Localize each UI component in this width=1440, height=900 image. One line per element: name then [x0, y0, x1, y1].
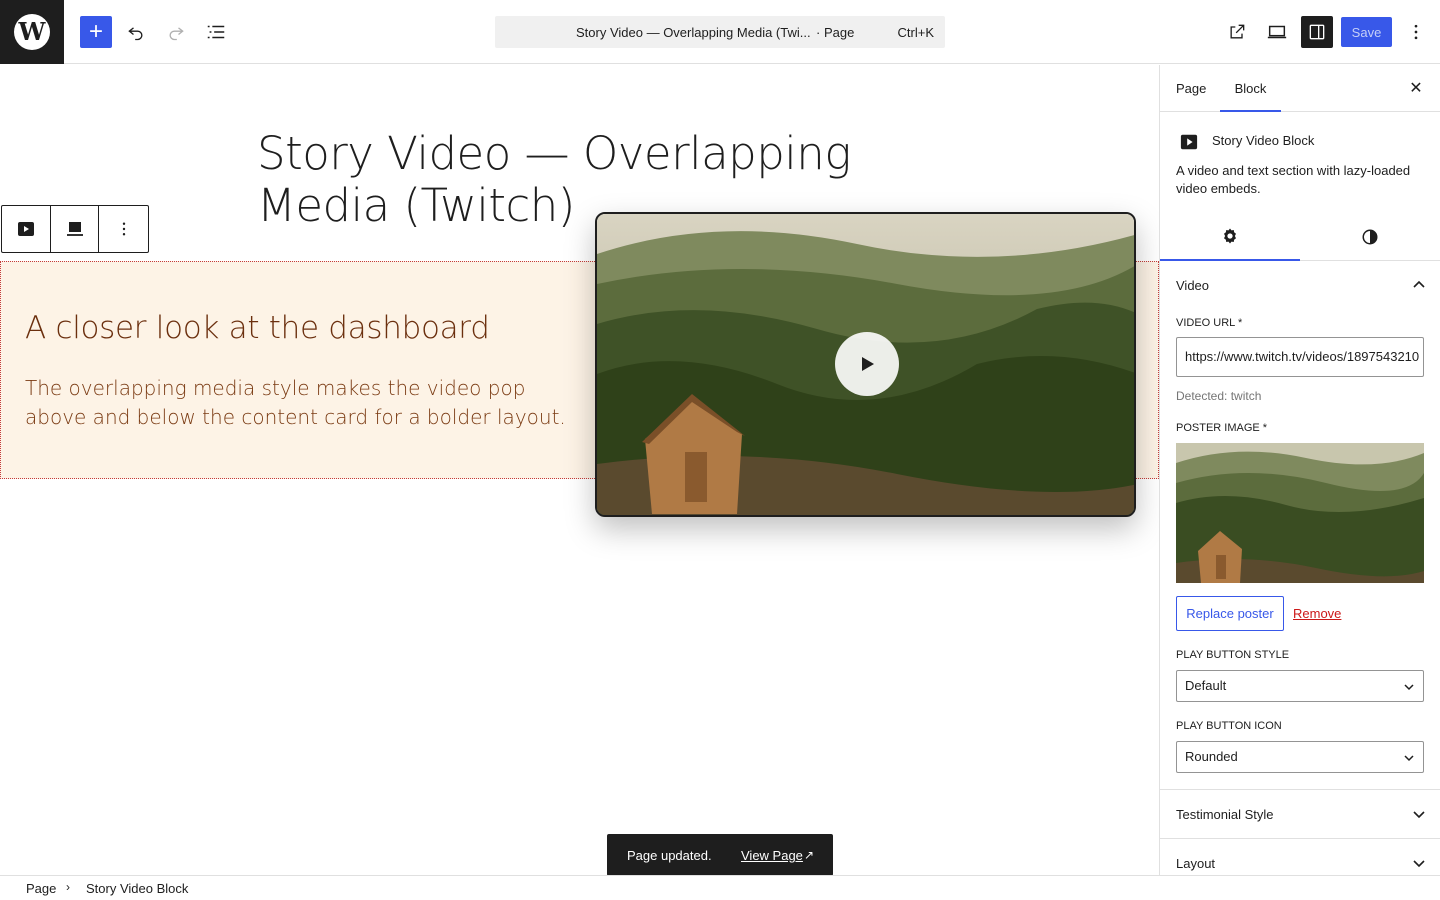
- poster-image-label: POSTER IMAGE *: [1176, 422, 1268, 434]
- half-circle-icon: [1362, 229, 1378, 245]
- redo-icon: [169, 27, 184, 41]
- play-button-style-label: PLAY BUTTON STYLE: [1176, 649, 1290, 661]
- video-block-icon: [1180, 134, 1198, 150]
- play-button-style-value: Default: [1185, 678, 1227, 693]
- testimonial-style-panel-toggle[interactable]: Testimonial Style: [1176, 807, 1426, 827]
- play-button-icon-value: Rounded: [1185, 749, 1238, 764]
- tab-styles[interactable]: [1300, 213, 1440, 261]
- play-button-icon-select[interactable]: Rounded: [1176, 741, 1424, 773]
- wordpress-icon: W: [14, 14, 50, 50]
- testimonial-style-title: Testimonial Style: [1176, 807, 1274, 822]
- replace-poster-button[interactable]: Replace poster: [1176, 596, 1284, 631]
- play-button-style-select[interactable]: Default: [1176, 670, 1424, 702]
- block-options-button[interactable]: [99, 206, 148, 252]
- gear-icon: [1224, 228, 1236, 244]
- detected-provider: Detected: twitch: [1176, 389, 1262, 403]
- poster-thumbnail: [1176, 443, 1424, 583]
- redo-button[interactable]: [160, 16, 192, 48]
- story-text[interactable]: The overlapping media style makes the vi…: [25, 374, 570, 432]
- play-button-icon-label: PLAY BUTTON ICON: [1176, 720, 1282, 732]
- block-breadcrumb: Page › Story Video Block: [0, 875, 1440, 900]
- snackbar-notice: Page updated. View Page ↗: [607, 834, 833, 876]
- wordpress-logo-letter: W: [18, 17, 46, 46]
- play-icon: [862, 357, 874, 371]
- more-vertical-icon: [1414, 24, 1418, 40]
- video-panel-title: Video: [1176, 278, 1210, 293]
- undo-button[interactable]: [120, 16, 152, 48]
- video-embed[interactable]: [595, 212, 1136, 517]
- chevron-up-icon: [1413, 280, 1425, 288]
- list-view-button[interactable]: [200, 16, 232, 48]
- view-page-link[interactable]: View Page: [741, 848, 803, 863]
- story-heading[interactable]: A closer look at the dashboard: [25, 310, 490, 346]
- settings-sidebar: Page Block ✕ Story Video Block A video a…: [1159, 65, 1440, 875]
- panel-divider: [1160, 838, 1440, 839]
- video-panel-toggle[interactable]: Video: [1176, 278, 1426, 298]
- video-url-label: VIDEO URL *: [1176, 317, 1243, 329]
- tab-page[interactable]: Page: [1176, 65, 1206, 112]
- chevron-right-icon: ›: [66, 880, 70, 894]
- external-link-icon: [1230, 24, 1245, 39]
- preview-button[interactable]: [1261, 16, 1293, 48]
- editor-header: W + Story Video — Overlapping Media (Twi…: [0, 0, 1440, 64]
- wordpress-logo[interactable]: W: [0, 0, 64, 64]
- remove-poster-link[interactable]: Remove: [1293, 606, 1341, 621]
- video-url-input[interactable]: https://www.twitch.tv/videos/1897543210: [1176, 337, 1424, 377]
- breadcrumb-current-block[interactable]: Story Video Block: [86, 881, 188, 896]
- video-block-icon: [17, 222, 34, 236]
- close-icon[interactable]: ✕: [1407, 79, 1425, 97]
- block-card-description: A video and text section with lazy-loade…: [1176, 163, 1411, 196]
- options-menu-button[interactable]: [1400, 16, 1432, 48]
- breadcrumb-page[interactable]: Page: [26, 881, 56, 896]
- poster-image-preview[interactable]: [1176, 443, 1424, 583]
- chevron-down-icon: [1404, 684, 1414, 691]
- settings-styles-tabs: [1160, 213, 1440, 261]
- more-vertical-icon: [122, 222, 125, 236]
- external-arrow-icon: ↗: [804, 848, 815, 862]
- tab-settings[interactable]: [1160, 213, 1300, 261]
- list-view-icon: [207, 25, 225, 39]
- chevron-down-icon: [1404, 755, 1414, 762]
- desktop-preview-icon: [1267, 25, 1287, 39]
- add-block-button[interactable]: +: [80, 16, 112, 48]
- layout-panel-toggle[interactable]: Layout: [1176, 856, 1426, 875]
- command-palette-trigger[interactable]: Story Video — Overlapping Media (Twi... …: [495, 16, 945, 48]
- save-button[interactable]: Save: [1341, 17, 1392, 47]
- snackbar-message: Page updated.: [627, 848, 712, 863]
- sidebar-icon: [1309, 24, 1325, 40]
- view-page-button[interactable]: [1221, 16, 1253, 48]
- block-type-button[interactable]: [2, 206, 51, 252]
- align-wide-icon: [66, 222, 83, 236]
- tab-block[interactable]: Block: [1220, 65, 1281, 112]
- panel-divider: [1160, 789, 1440, 790]
- document-type: · Page: [816, 25, 855, 40]
- video-play-button[interactable]: [835, 332, 899, 396]
- settings-sidebar-toggle[interactable]: [1301, 16, 1333, 48]
- chevron-down-icon: [1413, 860, 1425, 868]
- block-toolbar: [1, 205, 149, 253]
- layout-panel-title: Layout: [1176, 856, 1216, 871]
- align-button[interactable]: [51, 206, 100, 252]
- block-card-title: Story Video Block: [1212, 133, 1315, 148]
- keyboard-shortcut: Ctrl+K: [897, 25, 934, 40]
- sidebar-tabs: Page Block ✕: [1160, 65, 1440, 112]
- undo-icon: [128, 27, 143, 41]
- document-title: Story Video — Overlapping Media (Twi...: [576, 25, 811, 40]
- chevron-down-icon: [1413, 811, 1425, 819]
- editor-canvas: Story Video — Overlapping Media (Twitch)…: [0, 65, 1159, 875]
